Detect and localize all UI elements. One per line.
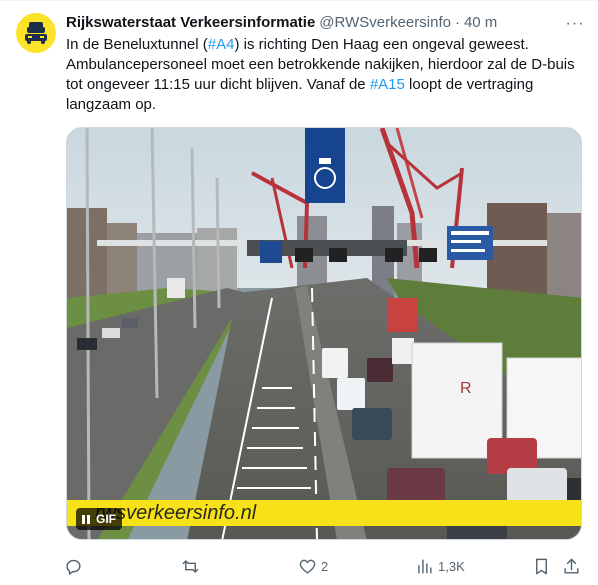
reply-icon <box>66 559 81 575</box>
share-icon <box>564 558 579 574</box>
gif-label: GIF <box>96 512 116 526</box>
truck-logo-letter: R <box>460 380 472 397</box>
views-button[interactable]: 1,3K <box>415 550 465 582</box>
retweet-icon <box>182 559 199 573</box>
retweet-button[interactable] <box>181 550 204 582</box>
more-horizontal-icon: ··· <box>565 15 585 32</box>
like-count: 2 <box>321 558 329 574</box>
hashtag-a4[interactable]: #A4 <box>208 36 235 53</box>
reply-button[interactable] <box>64 550 87 582</box>
like-button[interactable]: 2 <box>298 550 328 582</box>
author-handle[interactable]: @RWSverkeersinfo <box>319 13 451 33</box>
author-name[interactable]: Rijkswaterstaat Verkeersinformatie <box>66 13 315 33</box>
bookmark-button[interactable] <box>532 550 551 582</box>
avatar[interactable] <box>16 13 56 53</box>
tweet-actions: 2 1,3K <box>56 550 586 582</box>
gif-play-pause-button[interactable]: GIF <box>76 508 122 530</box>
tweet-header: Rijkswaterstaat Verkeersinformatie @RWSv… <box>66 13 582 33</box>
traffic-camera-image: R rwsverkeersinfo.nl <box>67 128 581 539</box>
tweet-text: In de Beneluxtunnel (#A4) is richting De… <box>66 35 581 115</box>
timestamp[interactable]: 40 m <box>464 13 497 33</box>
traffic-camera-gif[interactable]: R rwsverkeersinfo.nl <box>66 127 582 540</box>
share-button[interactable] <box>562 550 581 582</box>
pause-icon <box>82 514 90 524</box>
views-count: 1,3K <box>438 558 465 574</box>
tweet[interactable]: Rijkswaterstaat Verkeersinformatie @RWSv… <box>0 0 598 585</box>
heart-icon <box>299 559 316 574</box>
rijkswaterstaat-car-logo-icon <box>25 22 47 44</box>
bookmark-icon <box>536 558 547 574</box>
views-chart-icon <box>418 558 432 574</box>
separator-dot: · <box>454 14 460 31</box>
hashtag-a15[interactable]: #A15 <box>370 76 405 93</box>
tweet-text-part: In de Beneluxtunnel ( <box>66 36 208 53</box>
